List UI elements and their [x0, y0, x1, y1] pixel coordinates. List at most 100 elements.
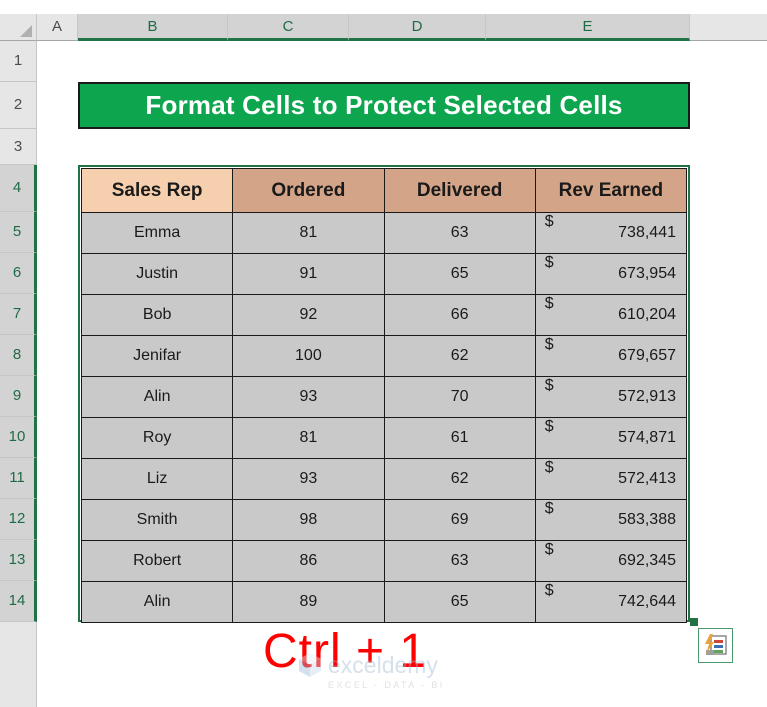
cell-rev-earned[interactable]: $738,441	[534, 212, 688, 254]
rev-earned-amount: 583,388	[618, 511, 676, 528]
row-header-2[interactable]: 2	[0, 82, 37, 129]
rev-earned-amount: 572,413	[618, 470, 676, 487]
cell-rev-earned[interactable]: $610,204	[534, 294, 688, 336]
currency-symbol: $	[544, 459, 554, 476]
rev-earned-amount: 738,441	[618, 224, 676, 241]
column-header-sales-rep[interactable]: Sales Rep	[80, 168, 234, 213]
cell-delivered[interactable]: 62	[383, 335, 536, 377]
sales-data-table: Sales Rep Ordered Delivered Rev Earned E…	[80, 168, 688, 623]
rev-earned-amount: 673,954	[618, 265, 676, 282]
currency-symbol: $	[544, 295, 554, 312]
cell-sales-rep[interactable]: Justin	[80, 253, 234, 295]
row-header-label: 12	[8, 510, 26, 527]
cell-rev-earned[interactable]: $673,954	[534, 253, 688, 295]
cell-ordered[interactable]: 89	[232, 581, 385, 623]
cell-ordered[interactable]: 100	[232, 335, 385, 377]
cell-ordered[interactable]: 81	[232, 212, 385, 254]
cell-ordered[interactable]: 91	[232, 253, 385, 295]
row-header-label: 4	[12, 179, 22, 196]
currency-symbol: $	[544, 336, 554, 353]
row-header-8[interactable]: 8	[0, 335, 37, 376]
row-header-11[interactable]: 11	[0, 458, 37, 499]
column-header-e[interactable]: E	[486, 14, 690, 41]
row-header-label: 14	[8, 592, 26, 609]
column-header-rev-earned[interactable]: Rev Earned	[534, 168, 688, 213]
table-row: Justin 91 65 $673,954	[80, 253, 688, 295]
currency-symbol: $	[544, 500, 554, 517]
row-header-label: 13	[8, 551, 26, 568]
rev-earned-amount: 679,657	[618, 347, 676, 364]
row-header-10[interactable]: 10	[0, 417, 37, 458]
table-row: Alin 89 65 $742,644	[80, 581, 688, 623]
selection-fill-handle[interactable]	[690, 618, 698, 626]
table-row: Liz 93 62 $572,413	[80, 458, 688, 500]
cell-rev-earned[interactable]: $572,413	[534, 458, 688, 500]
cell-rev-earned[interactable]: $572,913	[534, 376, 688, 418]
row-header-1[interactable]: 1	[0, 41, 37, 82]
table-body: Emma 81 63 $738,441 Justin 91 65 $673,954 Bob 92 6…	[80, 212, 688, 623]
cell-sales-rep[interactable]: Jenifar	[80, 335, 234, 377]
cell-delivered[interactable]: 63	[383, 212, 536, 254]
rev-earned-amount: 610,204	[618, 306, 676, 323]
cell-rev-earned[interactable]: $679,657	[534, 335, 688, 377]
cell-rev-earned[interactable]: $583,388	[534, 499, 688, 541]
row-header-4[interactable]: 4	[0, 165, 37, 212]
cell-delivered[interactable]: 69	[383, 499, 536, 541]
cell-delivered[interactable]: 65	[383, 253, 536, 295]
cell-rev-earned[interactable]: $574,871	[534, 417, 688, 459]
cell-ordered[interactable]: 92	[232, 294, 385, 336]
select-all-corner[interactable]	[0, 14, 37, 41]
currency-symbol: $	[544, 213, 554, 230]
row-header-5[interactable]: 5	[0, 212, 37, 253]
table-row: Smith 98 69 $583,388	[80, 499, 688, 541]
column-header-a[interactable]: A	[37, 14, 78, 41]
cell-delivered[interactable]: 70	[383, 376, 536, 418]
row-header-label: 9	[12, 387, 22, 404]
cell-sales-rep[interactable]: Smith	[80, 499, 234, 541]
quick-analysis-button[interactable]	[698, 628, 733, 663]
table-row: Roy 81 61 $574,871	[80, 417, 688, 459]
table-row: Bob 92 66 $610,204	[80, 294, 688, 336]
cell-delivered[interactable]: 65	[383, 581, 536, 623]
cell-sales-rep[interactable]: Emma	[80, 212, 234, 254]
quick-analysis-icon	[705, 634, 727, 655]
cell-delivered[interactable]: 63	[383, 540, 536, 582]
currency-symbol: $	[544, 541, 554, 558]
cell-delivered[interactable]: 66	[383, 294, 536, 336]
cell-delivered[interactable]: 62	[383, 458, 536, 500]
cell-ordered[interactable]: 98	[232, 499, 385, 541]
row-header-14[interactable]: 14	[0, 581, 37, 622]
cell-sales-rep[interactable]: Roy	[80, 417, 234, 459]
row-header-12[interactable]: 12	[0, 499, 37, 540]
row-header-label: 3	[13, 138, 23, 155]
cell-delivered[interactable]: 61	[383, 417, 536, 459]
row-header-label: 7	[12, 305, 22, 322]
column-header-b[interactable]: B	[78, 14, 228, 41]
cell-rev-earned[interactable]: $742,644	[534, 581, 688, 623]
column-header-delivered[interactable]: Delivered	[383, 168, 536, 213]
cell-sales-rep[interactable]: Alin	[80, 376, 234, 418]
row-header-7[interactable]: 7	[0, 294, 37, 335]
cell-sales-rep[interactable]: Alin	[80, 581, 234, 623]
cell-ordered[interactable]: 93	[232, 376, 385, 418]
cell-ordered[interactable]: 93	[232, 458, 385, 500]
column-header-ordered[interactable]: Ordered	[232, 168, 385, 213]
row-header-label: 2	[13, 96, 23, 113]
row-header-label: 5	[12, 223, 22, 240]
cell-sales-rep[interactable]: Robert	[80, 540, 234, 582]
cell-ordered[interactable]: 81	[232, 417, 385, 459]
row-header-6[interactable]: 6	[0, 253, 37, 294]
currency-symbol: $	[544, 582, 554, 599]
column-header-d[interactable]: D	[349, 14, 486, 41]
cell-sales-rep[interactable]: Bob	[80, 294, 234, 336]
row-header-13[interactable]: 13	[0, 540, 37, 581]
column-header-c[interactable]: C	[228, 14, 349, 41]
rev-earned-amount: 572,913	[618, 388, 676, 405]
cell-rev-earned[interactable]: $692,345	[534, 540, 688, 582]
row-header-9[interactable]: 9	[0, 376, 37, 417]
row-header-3[interactable]: 3	[0, 129, 37, 165]
cell-sales-rep[interactable]: Liz	[80, 458, 234, 500]
currency-symbol: $	[544, 418, 554, 435]
cell-ordered[interactable]: 86	[232, 540, 385, 582]
row-header-label: 1	[13, 52, 23, 69]
